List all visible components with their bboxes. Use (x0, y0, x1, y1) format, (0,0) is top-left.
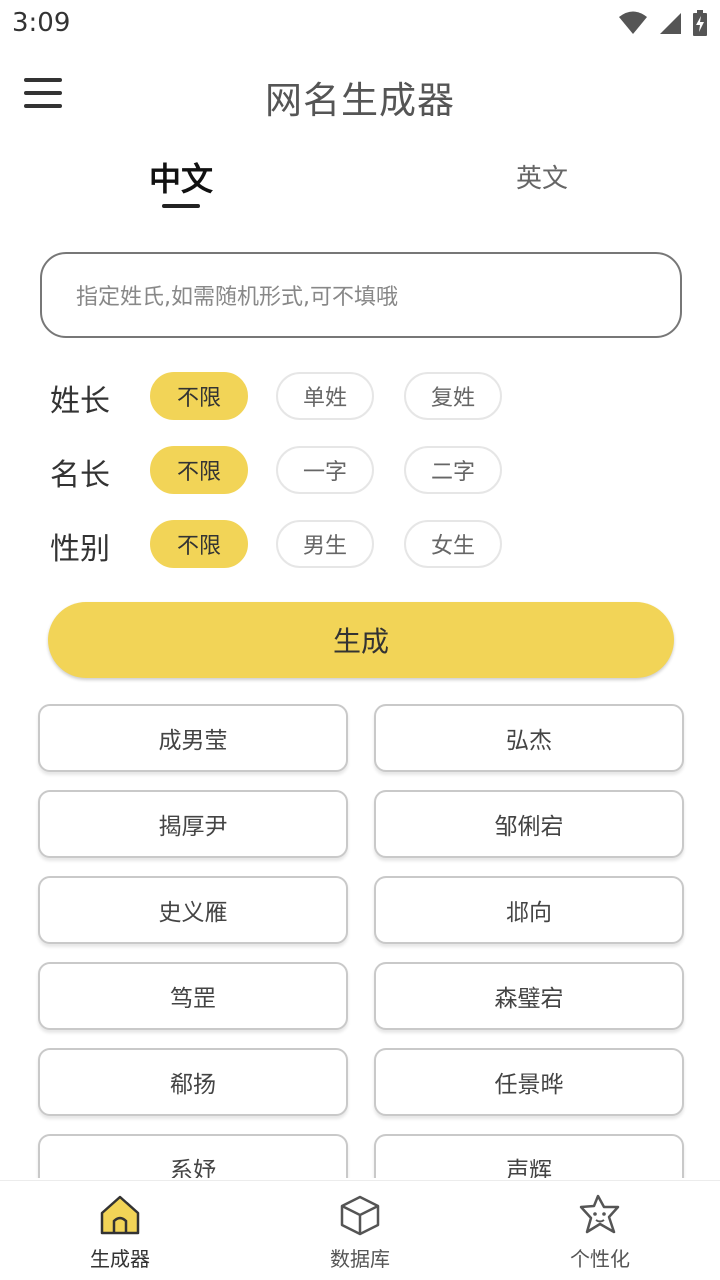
name-card[interactable]: 邹俐宕 (374, 790, 684, 858)
status-time: 3:09 (12, 8, 71, 38)
status-icons (618, 10, 708, 36)
generate-button[interactable]: 生成 (48, 602, 674, 678)
chip-gender-any[interactable]: 不限 (150, 520, 248, 568)
option-row-surname-length: 姓长 不限 单姓 复姓 (0, 372, 720, 422)
tab-english[interactable]: 英文 (462, 158, 622, 195)
nav-item-database[interactable]: 数据库 (290, 1193, 430, 1277)
bottom-nav: 生成器 数据库 个性化 (0, 1180, 720, 1280)
given-length-label: 名长 (50, 458, 110, 493)
name-card[interactable]: 声辉 (374, 1134, 684, 1178)
app-bar: 网名生成器 (0, 52, 720, 136)
name-card[interactable]: 成男莹 (38, 704, 348, 772)
battery-charging-icon (693, 10, 707, 36)
app-title: 网名生成器 (265, 79, 455, 122)
cube-icon (340, 1195, 380, 1236)
surname-input[interactable]: 指定姓氏,如需随机形式,可不填哦 (40, 252, 682, 338)
tab-indicator (162, 204, 200, 208)
name-card[interactable]: 揭厚尹 (38, 790, 348, 858)
chip-given-two[interactable]: 二字 (404, 446, 502, 494)
name-card[interactable]: 系妤 (38, 1134, 348, 1178)
chip-surname-any[interactable]: 不限 (150, 372, 248, 420)
name-card[interactable]: 笃罡 (38, 962, 348, 1030)
nav-label-generator: 生成器 (90, 1247, 150, 1271)
nav-label-database: 数据库 (330, 1247, 390, 1271)
name-card[interactable]: 史义雁 (38, 876, 348, 944)
chip-given-any[interactable]: 不限 (150, 446, 248, 494)
home-icon (100, 1195, 140, 1235)
language-tabs: 中文 英文 (0, 140, 720, 220)
cellular-signal-icon (660, 13, 681, 34)
nav-item-generator[interactable]: 生成器 (50, 1193, 190, 1277)
surname-length-label: 姓长 (50, 384, 110, 419)
name-card[interactable]: 任景晔 (374, 1048, 684, 1116)
name-card[interactable]: 弘杰 (374, 704, 684, 772)
results-grid: 成男莹 弘杰 揭厚尹 邹俐宕 史义雁 邶向 笃罡 森璧宕 郗扬 任景晔 系妤 声… (0, 702, 720, 1178)
gender-label: 性别 (50, 532, 110, 567)
wifi-icon (619, 11, 647, 34)
tab-chinese[interactable]: 中文 (101, 154, 261, 200)
chip-surname-single[interactable]: 单姓 (276, 372, 374, 420)
name-card[interactable]: 郗扬 (38, 1048, 348, 1116)
star-face-icon (579, 1194, 620, 1234)
chip-surname-compound[interactable]: 复姓 (404, 372, 502, 420)
chip-gender-male[interactable]: 男生 (276, 520, 374, 568)
name-card[interactable]: 邶向 (374, 876, 684, 944)
option-row-given-length: 名长 不限 一字 二字 (0, 446, 720, 496)
nav-label-personalize: 个性化 (570, 1247, 630, 1271)
name-card[interactable]: 森璧宕 (374, 962, 684, 1030)
status-bar: 3:09 (0, 0, 720, 50)
nav-item-personalize[interactable]: 个性化 (530, 1193, 670, 1277)
option-row-gender: 性别 不限 男生 女生 (0, 520, 720, 570)
chip-given-one[interactable]: 一字 (276, 446, 374, 494)
chip-gender-female[interactable]: 女生 (404, 520, 502, 568)
